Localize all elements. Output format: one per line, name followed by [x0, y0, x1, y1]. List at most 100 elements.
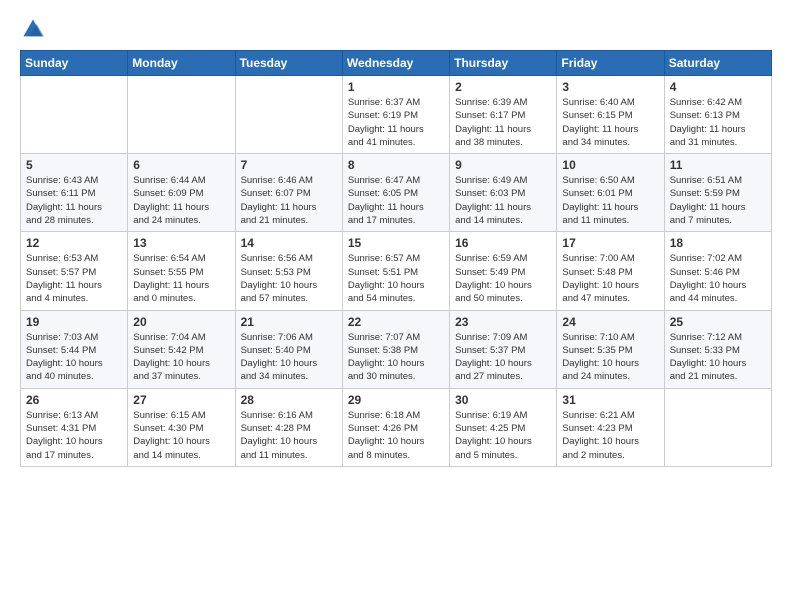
day-info: Sunrise: 6:47 AM Sunset: 6:05 PM Dayligh…: [348, 174, 444, 227]
day-number: 3: [562, 80, 658, 94]
day-number: 8: [348, 158, 444, 172]
weekday-header-friday: Friday: [557, 51, 664, 76]
day-info: Sunrise: 7:12 AM Sunset: 5:33 PM Dayligh…: [670, 331, 766, 384]
day-info: Sunrise: 6:19 AM Sunset: 4:25 PM Dayligh…: [455, 409, 551, 462]
week-row-1: 1Sunrise: 6:37 AM Sunset: 6:19 PM Daylig…: [21, 76, 772, 154]
calendar: SundayMondayTuesdayWednesdayThursdayFrid…: [20, 50, 772, 467]
day-cell: 31Sunrise: 6:21 AM Sunset: 4:23 PM Dayli…: [557, 388, 664, 466]
weekday-header-wednesday: Wednesday: [342, 51, 449, 76]
day-info: Sunrise: 6:37 AM Sunset: 6:19 PM Dayligh…: [348, 96, 444, 149]
day-number: 19: [26, 315, 122, 329]
day-number: 9: [455, 158, 551, 172]
day-info: Sunrise: 6:40 AM Sunset: 6:15 PM Dayligh…: [562, 96, 658, 149]
day-number: 26: [26, 393, 122, 407]
day-info: Sunrise: 6:53 AM Sunset: 5:57 PM Dayligh…: [26, 252, 122, 305]
day-number: 30: [455, 393, 551, 407]
weekday-header-saturday: Saturday: [664, 51, 771, 76]
day-cell: 21 Sunrise: 7:06 AM Sunset: 5:40 PM Dayli…: [235, 310, 342, 388]
header: [20, 18, 772, 40]
day-info: Sunrise: 7:00 AM Sunset: 5:48 PM Dayligh…: [562, 252, 658, 305]
day-cell: 11 Sunrise: 6:51 AM Sunset: 5:59 PM Dayli…: [664, 154, 771, 232]
day-info: Sunrise: 7:09 AM Sunset: 5:37 PM Dayligh…: [455, 331, 551, 384]
week-row-5: 26Sunrise: 6:13 AM Sunset: 4:31 PM Dayli…: [21, 388, 772, 466]
logo: [20, 18, 44, 40]
day-number: 24: [562, 315, 658, 329]
day-number: 21: [241, 315, 337, 329]
day-cell: 13 Sunrise: 6:54 AM Sunset: 5:55 PM Dayli…: [128, 232, 235, 310]
day-cell: 22 Sunrise: 7:07 AM Sunset: 5:38 PM Dayli…: [342, 310, 449, 388]
day-info: Sunrise: 6:15 AM Sunset: 4:30 PM Dayligh…: [133, 409, 229, 462]
day-number: 20: [133, 315, 229, 329]
day-number: 25: [670, 315, 766, 329]
day-cell: 4Sunrise: 6:42 AM Sunset: 6:13 PM Daylig…: [664, 76, 771, 154]
day-number: 18: [670, 236, 766, 250]
day-cell: 16Sunrise: 6:59 AM Sunset: 5:49 PM Dayli…: [450, 232, 557, 310]
day-info: Sunrise: 6:50 AM Sunset: 6:01 PM Dayligh…: [562, 174, 658, 227]
day-cell: 27 Sunrise: 6:15 AM Sunset: 4:30 PM Dayli…: [128, 388, 235, 466]
day-number: 4: [670, 80, 766, 94]
day-info: Sunrise: 6:43 AM Sunset: 6:11 PM Dayligh…: [26, 174, 122, 227]
day-cell: [21, 76, 128, 154]
day-cell: 18 Sunrise: 7:02 AM Sunset: 5:46 PM Dayli…: [664, 232, 771, 310]
logo-icon: [22, 18, 44, 40]
weekday-header-thursday: Thursday: [450, 51, 557, 76]
day-info: Sunrise: 7:02 AM Sunset: 5:46 PM Dayligh…: [670, 252, 766, 305]
day-info: Sunrise: 6:21 AM Sunset: 4:23 PM Dayligh…: [562, 409, 658, 462]
day-cell: 25 Sunrise: 7:12 AM Sunset: 5:33 PM Dayli…: [664, 310, 771, 388]
day-cell: 20 Sunrise: 7:04 AM Sunset: 5:42 PM Dayli…: [128, 310, 235, 388]
day-cell: 3 Sunrise: 6:40 AM Sunset: 6:15 PM Daylig…: [557, 76, 664, 154]
day-cell: 14 Sunrise: 6:56 AM Sunset: 5:53 PM Dayli…: [235, 232, 342, 310]
weekday-header-monday: Monday: [128, 51, 235, 76]
day-number: 17: [562, 236, 658, 250]
day-cell: 15Sunrise: 6:57 AM Sunset: 5:51 PM Dayli…: [342, 232, 449, 310]
day-number: 6: [133, 158, 229, 172]
day-cell: 17 Sunrise: 7:00 AM Sunset: 5:48 PM Dayli…: [557, 232, 664, 310]
day-cell: 9 Sunrise: 6:49 AM Sunset: 6:03 PM Daylig…: [450, 154, 557, 232]
day-number: 29: [348, 393, 444, 407]
week-row-2: 5 Sunrise: 6:43 AM Sunset: 6:11 PM Daylig…: [21, 154, 772, 232]
day-info: Sunrise: 7:06 AM Sunset: 5:40 PM Dayligh…: [241, 331, 337, 384]
day-number: 12: [26, 236, 122, 250]
day-cell: 10 Sunrise: 6:50 AM Sunset: 6:01 PM Dayli…: [557, 154, 664, 232]
day-cell: 5 Sunrise: 6:43 AM Sunset: 6:11 PM Daylig…: [21, 154, 128, 232]
day-number: 10: [562, 158, 658, 172]
day-cell: 8 Sunrise: 6:47 AM Sunset: 6:05 PM Daylig…: [342, 154, 449, 232]
day-info: Sunrise: 7:10 AM Sunset: 5:35 PM Dayligh…: [562, 331, 658, 384]
day-cell: 30 Sunrise: 6:19 AM Sunset: 4:25 PM Dayli…: [450, 388, 557, 466]
weekday-header-tuesday: Tuesday: [235, 51, 342, 76]
day-info: Sunrise: 6:49 AM Sunset: 6:03 PM Dayligh…: [455, 174, 551, 227]
day-info: Sunrise: 7:04 AM Sunset: 5:42 PM Dayligh…: [133, 331, 229, 384]
day-info: Sunrise: 6:54 AM Sunset: 5:55 PM Dayligh…: [133, 252, 229, 305]
day-info: Sunrise: 6:56 AM Sunset: 5:53 PM Dayligh…: [241, 252, 337, 305]
day-number: 28: [241, 393, 337, 407]
day-number: 22: [348, 315, 444, 329]
day-number: 2: [455, 80, 551, 94]
day-number: 23: [455, 315, 551, 329]
page: SundayMondayTuesdayWednesdayThursdayFrid…: [0, 0, 792, 612]
day-cell: 28 Sunrise: 6:16 AM Sunset: 4:28 PM Dayli…: [235, 388, 342, 466]
day-cell: 24 Sunrise: 7:10 AM Sunset: 5:35 PM Dayli…: [557, 310, 664, 388]
day-info: Sunrise: 7:03 AM Sunset: 5:44 PM Dayligh…: [26, 331, 122, 384]
day-number: 5: [26, 158, 122, 172]
day-cell: 12 Sunrise: 6:53 AM Sunset: 5:57 PM Dayli…: [21, 232, 128, 310]
day-number: 11: [670, 158, 766, 172]
day-cell: [664, 388, 771, 466]
day-number: 13: [133, 236, 229, 250]
day-info: Sunrise: 7:07 AM Sunset: 5:38 PM Dayligh…: [348, 331, 444, 384]
day-number: 27: [133, 393, 229, 407]
day-info: Sunrise: 6:18 AM Sunset: 4:26 PM Dayligh…: [348, 409, 444, 462]
day-cell: 6 Sunrise: 6:44 AM Sunset: 6:09 PM Daylig…: [128, 154, 235, 232]
day-info: Sunrise: 6:16 AM Sunset: 4:28 PM Dayligh…: [241, 409, 337, 462]
day-cell: 26Sunrise: 6:13 AM Sunset: 4:31 PM Dayli…: [21, 388, 128, 466]
day-cell: 29 Sunrise: 6:18 AM Sunset: 4:26 PM Dayli…: [342, 388, 449, 466]
weekday-header-row: SundayMondayTuesdayWednesdayThursdayFrid…: [21, 51, 772, 76]
weekday-header-sunday: Sunday: [21, 51, 128, 76]
day-cell: 23 Sunrise: 7:09 AM Sunset: 5:37 PM Dayli…: [450, 310, 557, 388]
week-row-3: 12 Sunrise: 6:53 AM Sunset: 5:57 PM Dayli…: [21, 232, 772, 310]
day-number: 14: [241, 236, 337, 250]
day-info: Sunrise: 6:44 AM Sunset: 6:09 PM Dayligh…: [133, 174, 229, 227]
day-info: Sunrise: 6:59 AM Sunset: 5:49 PM Dayligh…: [455, 252, 551, 305]
day-info: Sunrise: 6:46 AM Sunset: 6:07 PM Dayligh…: [241, 174, 337, 227]
day-cell: 1Sunrise: 6:37 AM Sunset: 6:19 PM Daylig…: [342, 76, 449, 154]
day-info: Sunrise: 6:51 AM Sunset: 5:59 PM Dayligh…: [670, 174, 766, 227]
